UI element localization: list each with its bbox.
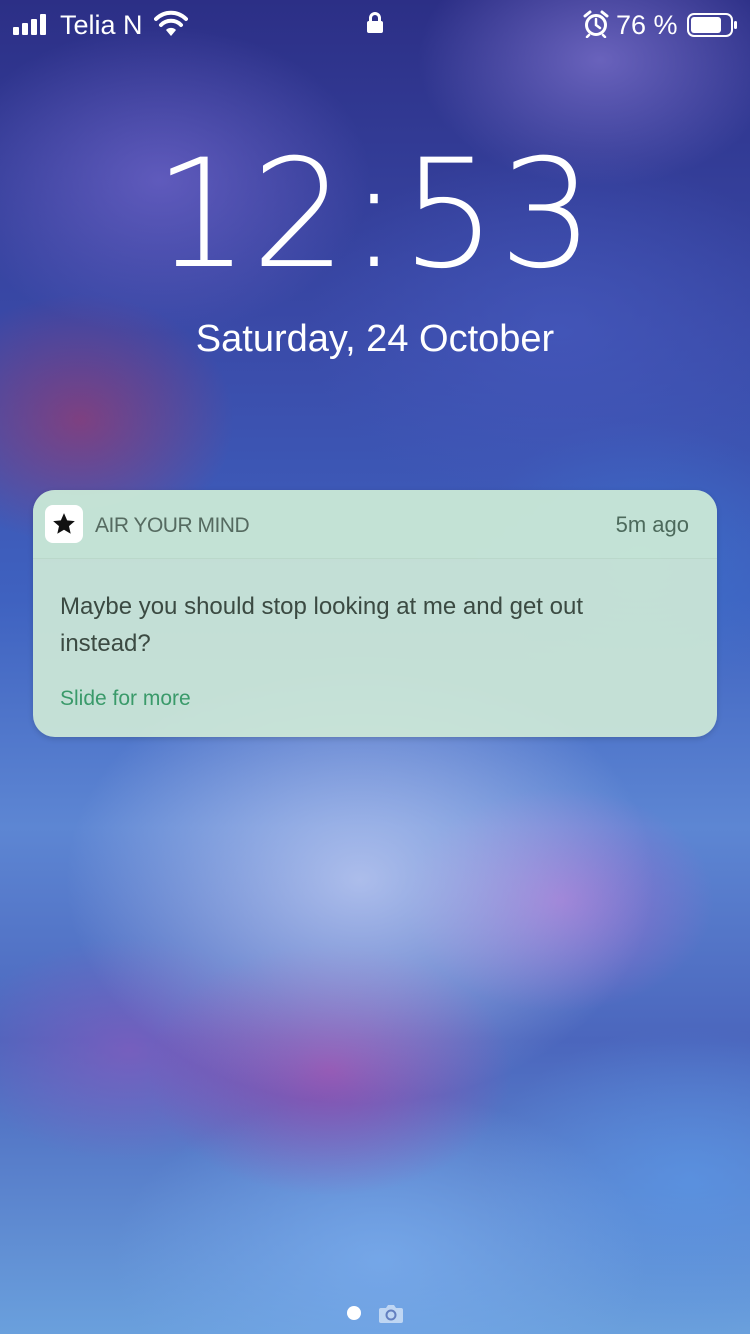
carrier-name: Telia N: [60, 10, 143, 40]
slide-for-more-hint: Slide for more: [60, 687, 191, 710]
battery-icon: [687, 13, 737, 37]
notification-time: 5m ago: [615, 512, 689, 537]
alarm-icon: [583, 10, 609, 38]
notification-header: AIR YOUR MIND 5m ago: [33, 490, 717, 559]
lock-screen-date: Saturday, 24 October: [195, 318, 555, 360]
lock-screen-time: 12:53: [153, 128, 597, 302]
app-name: AIR YOUR MIND: [95, 514, 250, 537]
page-dot: [347, 1306, 361, 1320]
status-bar: Telia N 76 %: [0, 0, 750, 48]
camera-icon[interactable]: [378, 1302, 404, 1324]
notification-card[interactable]: AIR YOUR MIND 5m ago Maybe you should st…: [33, 490, 717, 737]
notification-message: Maybe you should stop looking at me and …: [60, 593, 584, 657]
star-icon: [53, 513, 75, 534]
wifi-icon: [154, 10, 188, 36]
app-icon: [45, 505, 83, 543]
signal-icon: [13, 14, 46, 35]
lock-icon: [367, 12, 383, 33]
battery-percent: 76 %: [616, 10, 678, 40]
